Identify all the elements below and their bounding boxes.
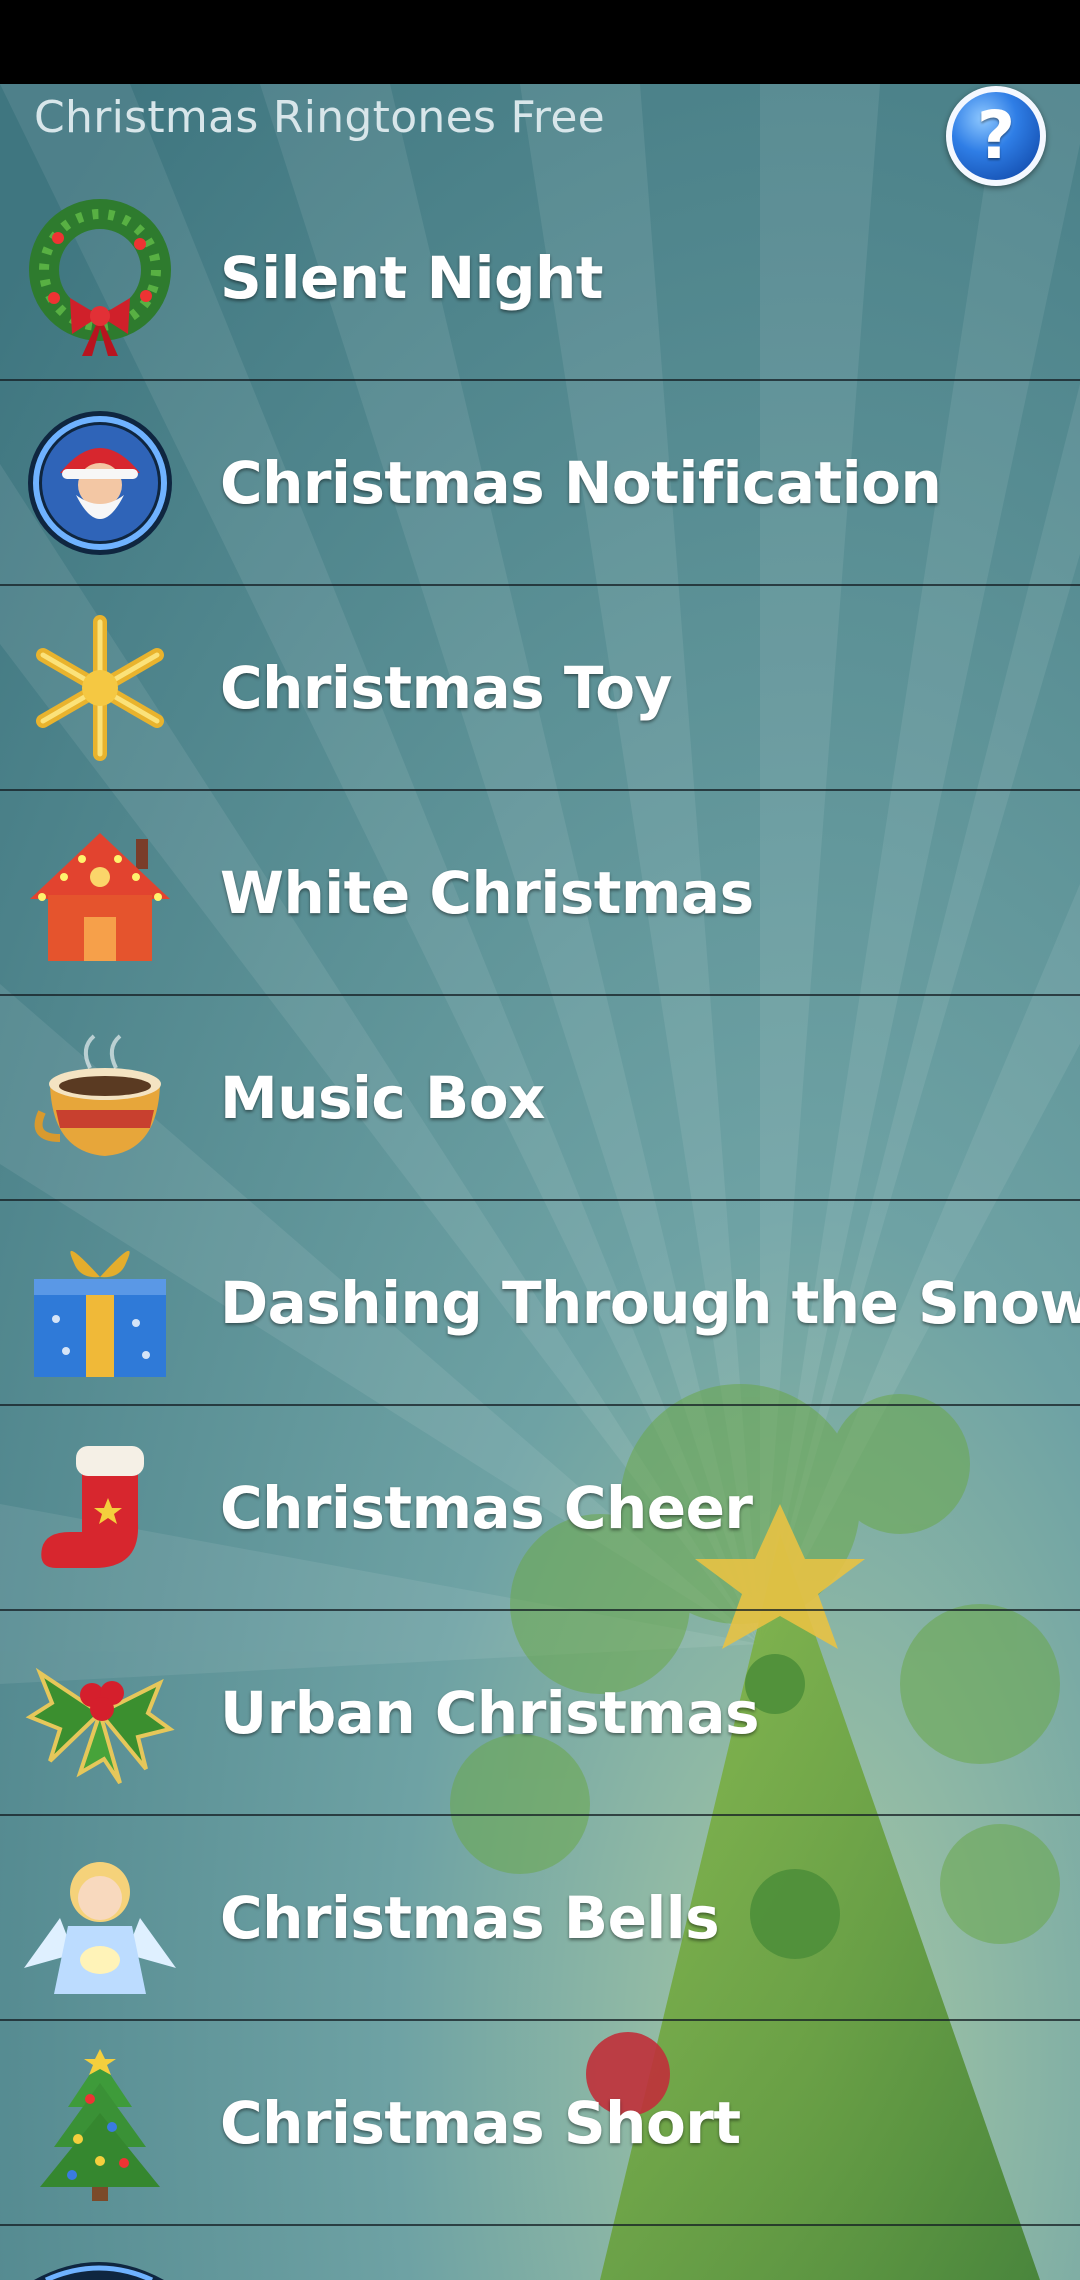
wreath-icon: [29, 198, 171, 356]
list-item[interactable]: Urban Christmas: [0, 1611, 1080, 1816]
ringtone-title: Christmas Toy: [220, 653, 672, 722]
cup-icon: [34, 1033, 161, 1156]
stocking-icon: [41, 1445, 144, 1568]
ringtone-title: Christmas Cheer: [220, 1473, 753, 1542]
christmas-tree-icon: [40, 2048, 160, 2201]
house-icon: [30, 832, 170, 961]
help-button[interactable]: ?: [946, 86, 1046, 186]
list-item[interactable]: Christmas Bells: [0, 1816, 1080, 2021]
list-item[interactable]: White Christmas: [0, 791, 1080, 996]
list-item[interactable]: Dashing Through the Snow: [0, 1201, 1080, 1406]
ringtone-title: Music Box: [220, 1063, 545, 1132]
holly-icon: [25, 1667, 175, 1784]
gift-icon: [34, 1250, 166, 1377]
ringtone-list: Silent Night Christmas Notification Chri…: [0, 176, 1080, 2226]
status-bar: [0, 0, 1080, 84]
list-item[interactable]: Music Box: [0, 996, 1080, 1201]
list-item[interactable]: Christmas Cheer: [0, 1406, 1080, 1611]
list-item[interactable]: Christmas Short: [0, 2021, 1080, 2226]
app-title: Christmas Ringtones Free: [34, 92, 606, 143]
partial-list-item-icon: [34, 2262, 164, 2280]
ringtone-title: Christmas Notification: [220, 448, 942, 517]
snowflake-icon: [36, 614, 164, 761]
help-icon: ?: [976, 97, 1016, 174]
list-item[interactable]: Christmas Toy: [0, 586, 1080, 791]
ringtone-title: Silent Night: [220, 243, 604, 312]
ringtone-title: White Christmas: [220, 858, 754, 927]
santa-icon: [28, 410, 172, 555]
list-item[interactable]: Christmas Notification: [0, 381, 1080, 586]
list-item[interactable]: Silent Night: [0, 176, 1080, 381]
ringtone-title: Christmas Short: [220, 2088, 741, 2157]
ringtone-title: Christmas Bells: [220, 1883, 720, 1952]
ringtone-title: Dashing Through the Snow: [220, 1268, 1080, 1337]
ringtone-title: Urban Christmas: [220, 1678, 760, 1747]
angel-icon: [24, 1861, 176, 1994]
